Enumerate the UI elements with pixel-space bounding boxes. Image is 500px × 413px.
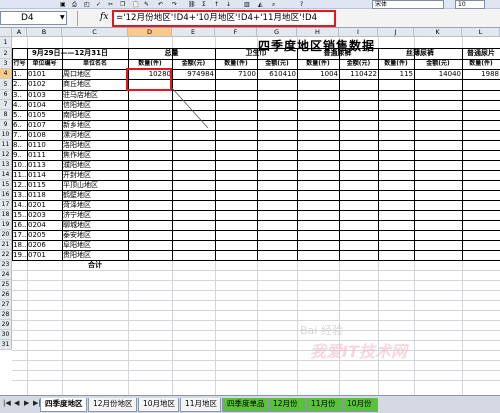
arrow-line [171, 87, 209, 129]
sheet-tab[interactable]: 10月份 [342, 398, 378, 412]
sheet-tab[interactable]: 10月地区 [138, 398, 179, 412]
first-sheet-icon[interactable]: |◀ [3, 399, 11, 407]
prev-sheet-icon[interactable]: ◀ [14, 399, 19, 407]
watermark-sub: Bai 经验 [300, 324, 343, 337]
sheet-tab[interactable]: 12月份地区 [88, 398, 137, 412]
sheet-tab[interactable]: 四季度地区 [40, 398, 87, 412]
sheet-tab[interactable]: 11月地区 [180, 398, 221, 412]
sheet-tab[interactable]: 12月份 [268, 398, 306, 412]
annotation-arrow [171, 87, 209, 129]
sheet-tab[interactable]: 四季度单品 [222, 398, 268, 412]
next-sheet-icon[interactable]: ▶ [24, 399, 29, 407]
watermark-text: 我爱IT技术网 [310, 342, 407, 361]
excel-window: ▣ ⎙ ◰ ✓ ✂ ❐ 📋 ✎ ↶ ↷ ⛓ Σ ↑ ↓ ▥ ◭ ⌕ ? 宋体 1… [0, 0, 500, 413]
sheet-tab[interactable]: 11月份 [306, 398, 342, 412]
sheet-tab-bar: |◀ ◀ ▶ ▶| 四季度地区 12月份地区 10月地区 11月地区 四季度单品 12月份… [0, 395, 500, 413]
